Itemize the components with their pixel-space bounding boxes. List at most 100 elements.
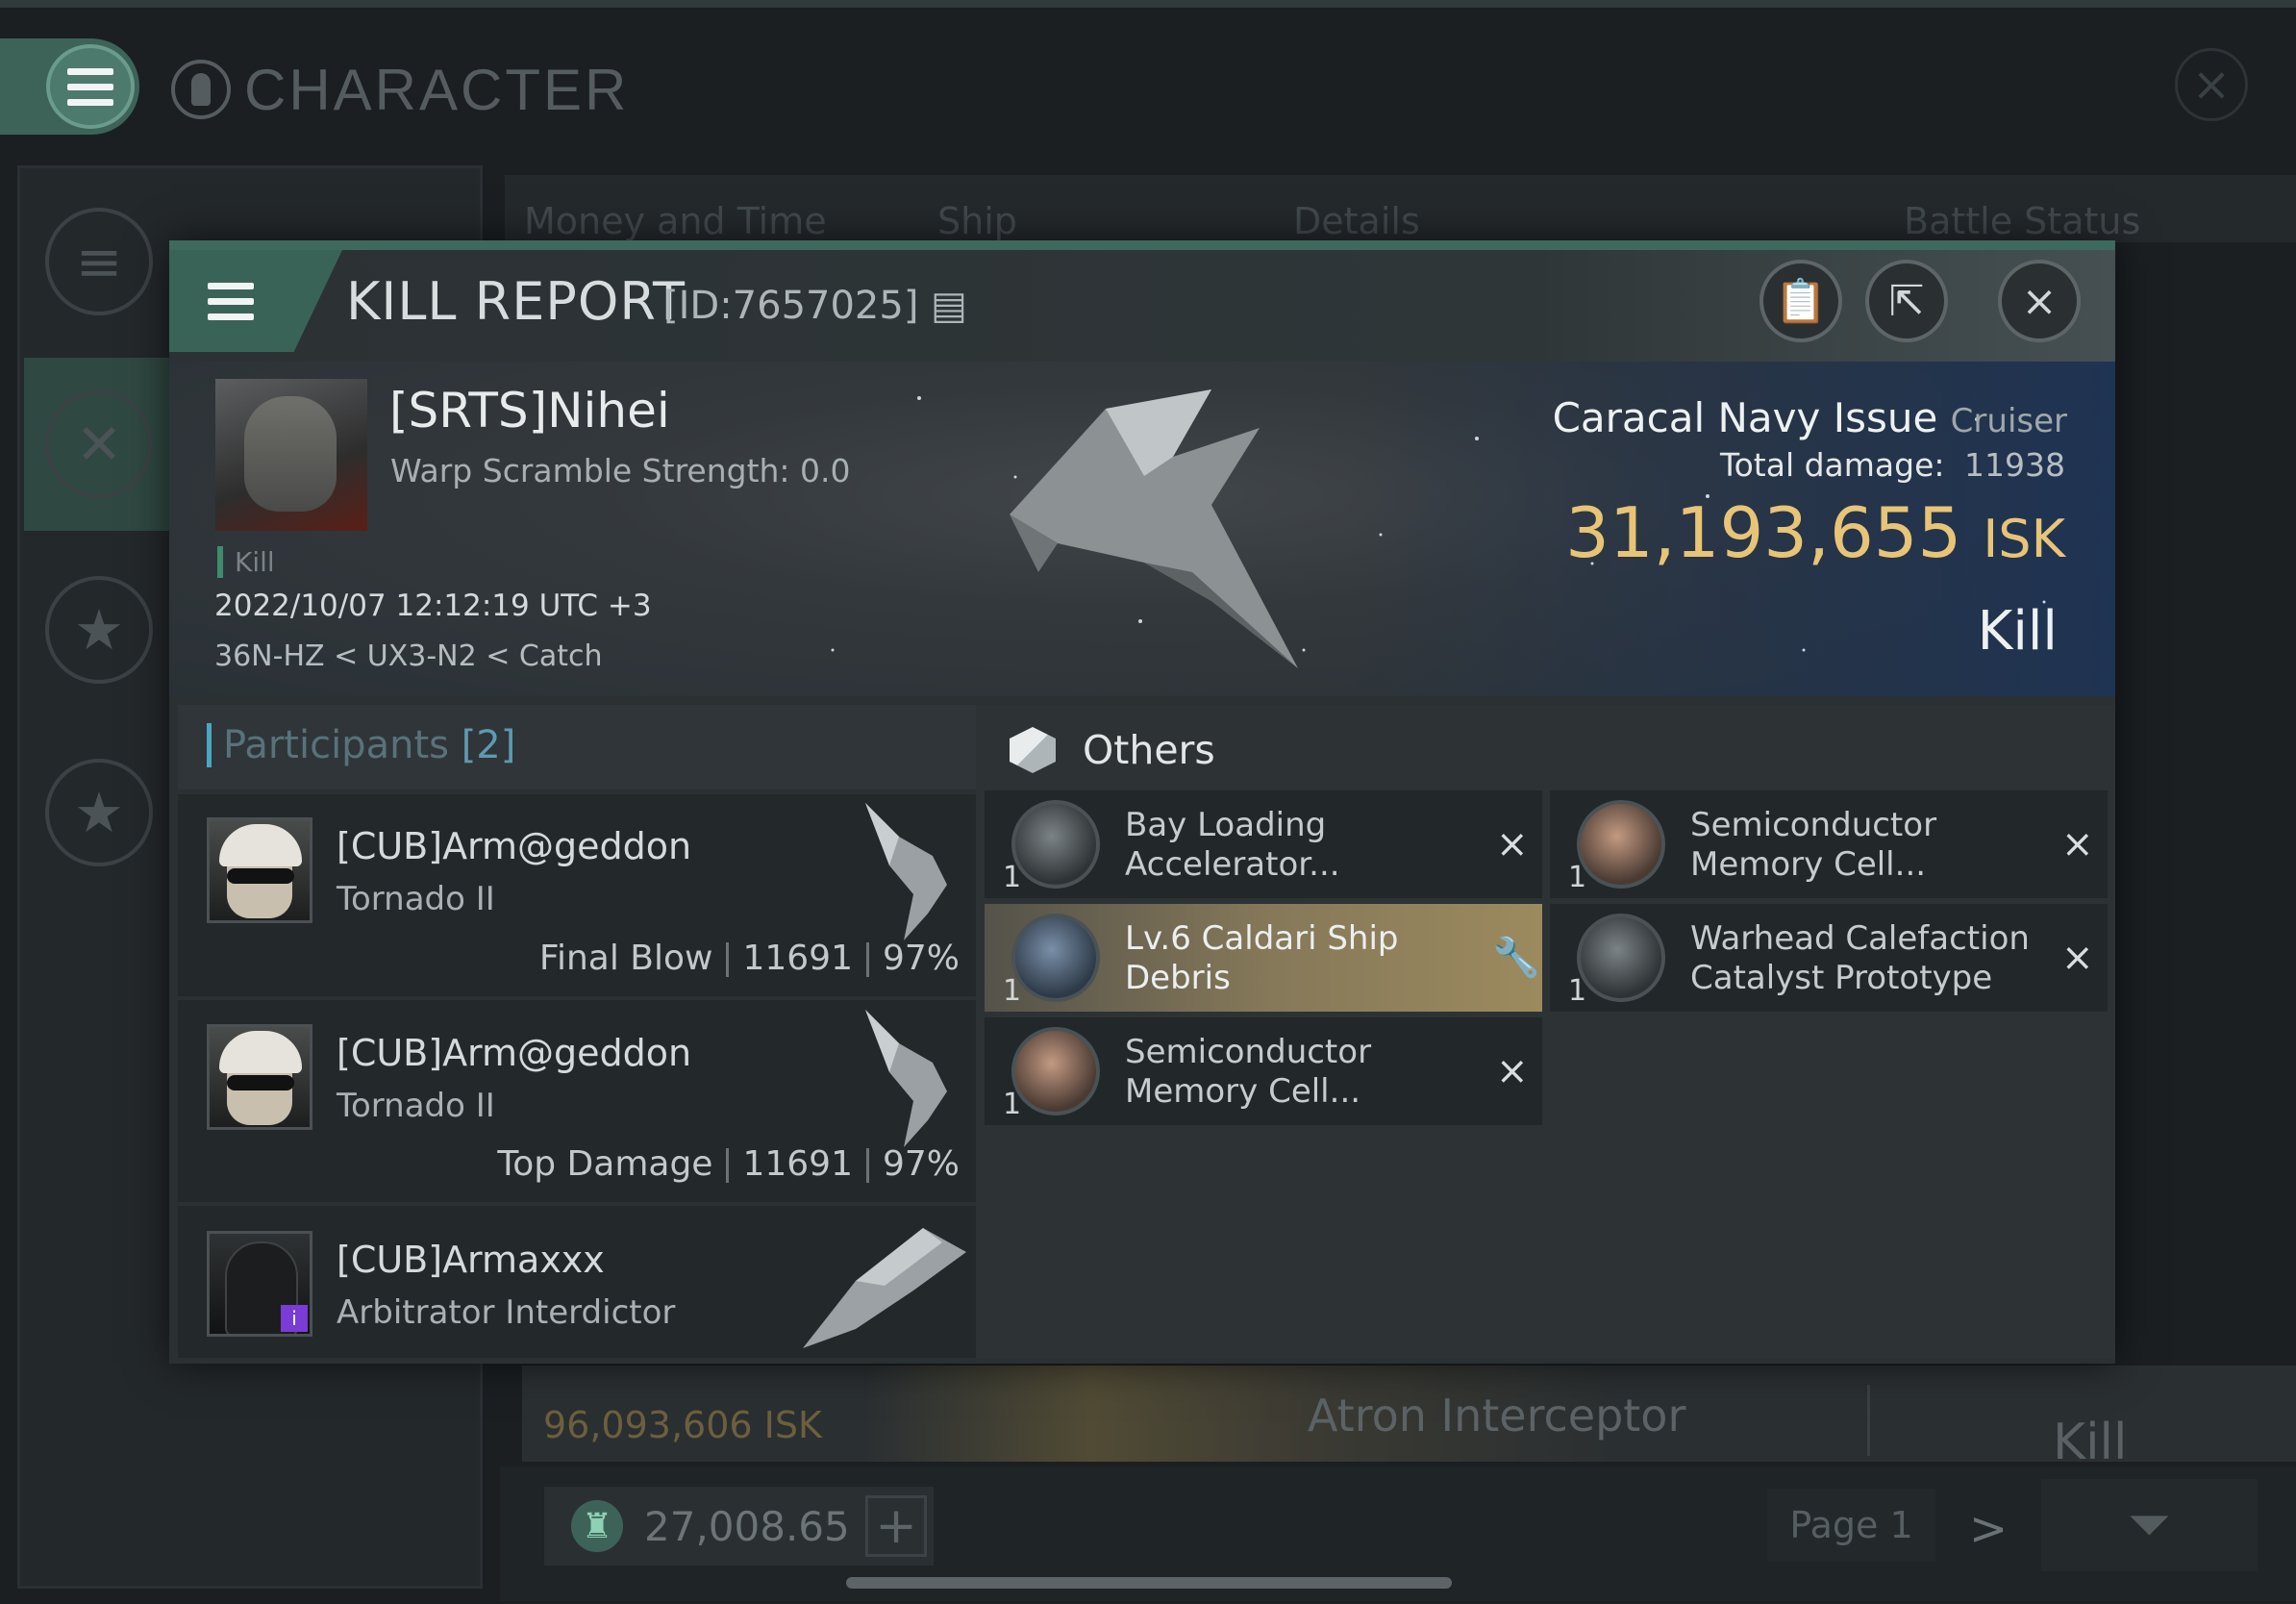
participant-stats: Top Damage 11691 97% — [497, 1144, 960, 1184]
share-button[interactable]: ⇱ — [1865, 260, 1948, 342]
tab-ship[interactable]: Ship — [937, 200, 1017, 242]
hamburger-icon — [67, 67, 113, 106]
cargo-box-icon — [1010, 727, 1056, 773]
row-divider — [1867, 1385, 1870, 1456]
item-name: Lv.6 Caldari Ship Debris — [1125, 919, 1399, 998]
participants-count: [2] — [461, 723, 516, 767]
participant-name: [CUB]Armaxxx — [337, 1239, 605, 1281]
cell-icon — [1011, 1027, 1100, 1115]
result-label: Kill — [1977, 600, 2058, 663]
star-badge-icon: ★ — [45, 576, 153, 684]
isk-value-unit: ISK — [1983, 509, 2065, 569]
participant-name: [CUB]Arm@geddon — [337, 825, 692, 867]
kill-list-row-ship: Atron Interceptor — [1308, 1390, 1686, 1441]
item-name: Semiconductor Memory Cell... — [1125, 1033, 1371, 1112]
item-name-line: Lv.6 Caldari Ship — [1125, 919, 1399, 958]
page-indicator: Page 1 — [1767, 1489, 1935, 1562]
screen-title-text: CHARACTER — [244, 57, 630, 122]
module-icon — [1577, 914, 1665, 1002]
clipboard-icon: 📋 — [1774, 277, 1828, 326]
copy-id-icon[interactable]: ▤ — [931, 284, 967, 328]
participant-percent: 97% — [882, 939, 960, 978]
kill-report-id-text: [ID:7657025] — [663, 284, 919, 328]
share-icon: ⇱ — [1888, 276, 1925, 326]
tab-money-and-time[interactable]: Money and Time — [524, 200, 827, 242]
main-menu-button[interactable] — [46, 44, 135, 129]
item-quantity: 1 — [1003, 974, 1022, 1008]
sidebar-item-combat[interactable]: ✕ — [24, 358, 174, 531]
others-header: Others — [1010, 727, 1215, 773]
participant-stats: Final Blow 11691 97% — [539, 939, 960, 978]
kill-report-accent — [169, 240, 2115, 250]
next-page-button[interactable]: > — [1969, 1502, 2008, 1556]
remove-item-icon[interactable]: × — [2061, 822, 2094, 866]
warp-scramble-strength: Warp Scramble Strength: 0.0 — [390, 452, 851, 489]
scrollbar[interactable] — [846, 1577, 1452, 1589]
participants-label: Participants [2] — [207, 723, 515, 767]
close-icon: × — [2021, 276, 2058, 326]
close-icon: × — [2191, 58, 2232, 112]
kill-list-row-isk: 96,093,606 ISK — [543, 1404, 822, 1446]
participant-damage: 11691 — [742, 939, 853, 978]
item-name-line: Bay Loading — [1125, 806, 1327, 844]
participant-role: Top Damage — [497, 1144, 713, 1184]
participant-portrait[interactable]: i — [207, 1231, 312, 1337]
tab-battle-status[interactable]: Battle Status — [1904, 200, 2140, 242]
victim-portrait[interactable] — [215, 379, 367, 531]
close-report-button[interactable]: × — [1998, 260, 2081, 342]
debris-icon — [1011, 914, 1100, 1002]
row-isk-unit: ISK — [763, 1404, 822, 1446]
stat-separator — [726, 1148, 730, 1183]
character-icon — [171, 60, 231, 119]
item-quantity: 1 — [1568, 974, 1587, 1008]
item-quantity: 1 — [1003, 1088, 1022, 1121]
stat-separator — [865, 1148, 869, 1183]
star-wreath-icon: ★ — [45, 759, 153, 866]
victim-ship-class: Cruiser — [1950, 402, 2067, 440]
wrench-icon[interactable]: 🔧 — [1492, 935, 1540, 980]
filter-button[interactable]: ⏷ — [2041, 1479, 2258, 1571]
clipboard-button[interactable]: 📋 — [1759, 260, 1842, 342]
sidebar-item-rank[interactable]: ★ — [24, 543, 174, 716]
item-name: Semiconductor Memory Cell... — [1690, 806, 1936, 885]
item-name-line: Memory Cell... — [1125, 1072, 1361, 1111]
wallet-value: 27,008.65 — [644, 1502, 850, 1550]
portrait-hair — [219, 1031, 302, 1073]
portrait-glasses — [227, 1075, 294, 1090]
crossed-swords-icon: ✕ — [45, 390, 153, 498]
participant-ship: Tornado II — [337, 1087, 495, 1125]
row-isk-value: 96,093,606 — [543, 1404, 753, 1446]
item-name: Warhead Calefaction Catalyst Prototype — [1690, 919, 2030, 998]
add-currency-button[interactable]: + — [865, 1495, 927, 1557]
kill-location: 36N-HZ < UX3-N2 < Catch — [214, 639, 603, 673]
participant-ship-image — [803, 1228, 966, 1348]
participant-portrait[interactable] — [207, 1024, 312, 1130]
sidebar-item-list[interactable]: ≡ — [24, 175, 174, 348]
participant-role: Final Blow — [538, 939, 713, 978]
cell-icon — [1577, 800, 1665, 889]
remove-item-icon[interactable]: × — [1496, 822, 1529, 866]
victim-name[interactable]: [SRTS]Nihei — [389, 383, 670, 439]
currency-icon: ♜ — [571, 1500, 623, 1552]
item-name-line: Warhead Calefaction — [1690, 919, 2030, 958]
kill-tag: Kill — [217, 546, 275, 578]
participant-damage: 11691 — [742, 1144, 853, 1184]
portrait-hair — [219, 824, 302, 866]
kill-datetime: 2022/10/07 12:12:19 UTC +3 — [214, 589, 652, 623]
remove-item-icon[interactable]: × — [1496, 1049, 1529, 1093]
close-screen-button[interactable]: × — [2175, 48, 2248, 121]
victim-ship: Caracal Navy Issue Cruiser — [1553, 394, 2067, 441]
participant-portrait[interactable] — [207, 817, 312, 923]
item-name-line: Semiconductor — [1690, 806, 1937, 844]
sidebar-item-medals[interactable]: ★ — [24, 726, 174, 899]
victim-portrait-head — [244, 396, 337, 512]
screen-title: CHARACTER — [171, 56, 629, 123]
participant-percent: 97% — [882, 1144, 960, 1184]
victim-ship-name: Caracal Navy Issue — [1552, 394, 1938, 441]
participant-ship-image — [865, 1010, 947, 1147]
item-name: Bay Loading Accelerator... — [1125, 806, 1340, 885]
kill-report-id: [ID:7657025] ▤ — [663, 284, 967, 328]
total-damage-value: 11938 — [1964, 446, 2065, 484]
tab-details[interactable]: Details — [1293, 200, 1420, 242]
remove-item-icon[interactable]: × — [2061, 936, 2094, 980]
